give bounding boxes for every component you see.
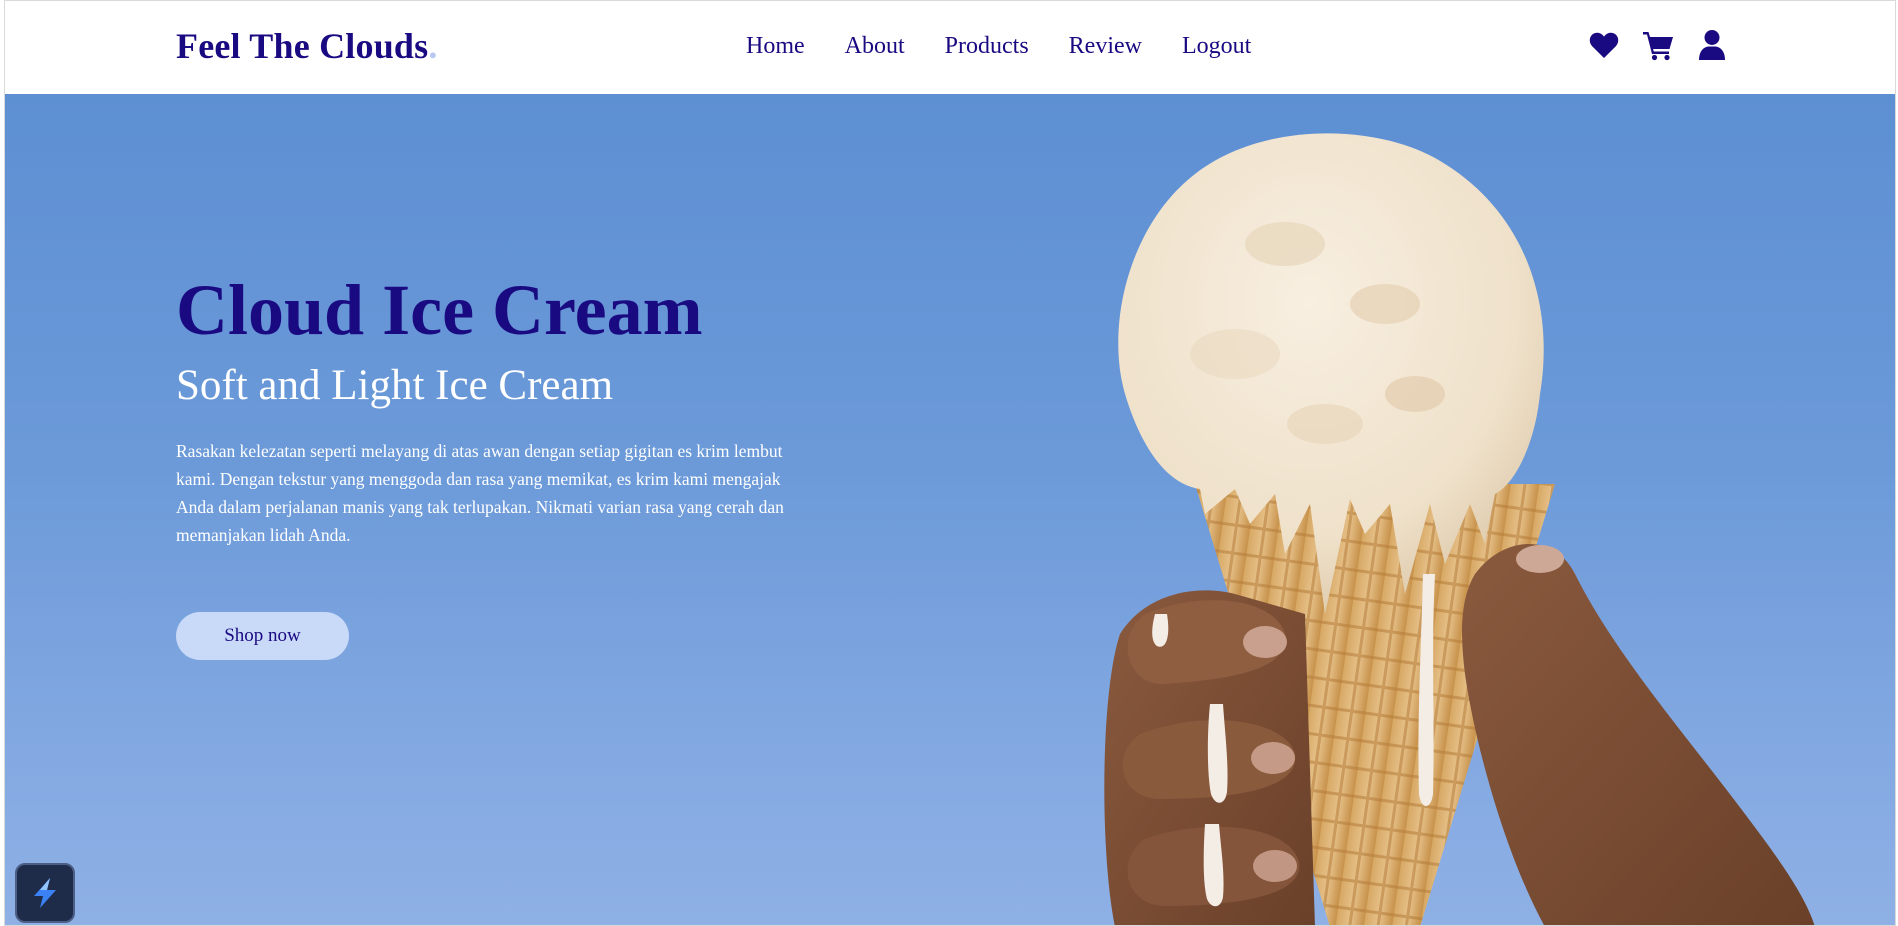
hero-title: Cloud Ice Cream <box>176 270 703 350</box>
lightning-app-icon <box>34 878 56 908</box>
heart-icon[interactable] <box>1588 29 1620 61</box>
nav-link-products[interactable]: Products <box>945 33 1029 60</box>
nav-link-home[interactable]: Home <box>746 33 805 60</box>
brand-logo[interactable]: Feel The Clouds. <box>176 25 438 67</box>
main-nav: Home About Products Review Logout <box>746 33 1251 60</box>
user-icon[interactable] <box>1696 29 1728 61</box>
browser-viewport: Feel The Clouds. Home About Products Rev… <box>4 0 1896 926</box>
nav-link-about[interactable]: About <box>845 33 905 60</box>
hero-section: Cloud Ice Cream Soft and Light Ice Cream… <box>5 94 1895 925</box>
brand-dot: . <box>428 26 438 66</box>
hero-description: Rasakan kelezatan seperti melayang di at… <box>176 441 784 545</box>
hero-subtitle: Soft and Light Ice Cream <box>176 362 614 409</box>
nav-link-logout[interactable]: Logout <box>1182 33 1251 60</box>
shop-now-button[interactable]: Shop now <box>176 612 349 660</box>
ice-cream-cone-image <box>1104 133 1815 925</box>
cart-icon[interactable] <box>1642 29 1674 61</box>
navbar: Feel The Clouds. Home About Products Rev… <box>5 1 1895 95</box>
nav-icons <box>1588 29 1728 61</box>
nav-link-review[interactable]: Review <box>1069 33 1142 60</box>
brand-name: Feel The Clouds <box>176 26 429 66</box>
floating-app-widget[interactable] <box>15 863 75 923</box>
